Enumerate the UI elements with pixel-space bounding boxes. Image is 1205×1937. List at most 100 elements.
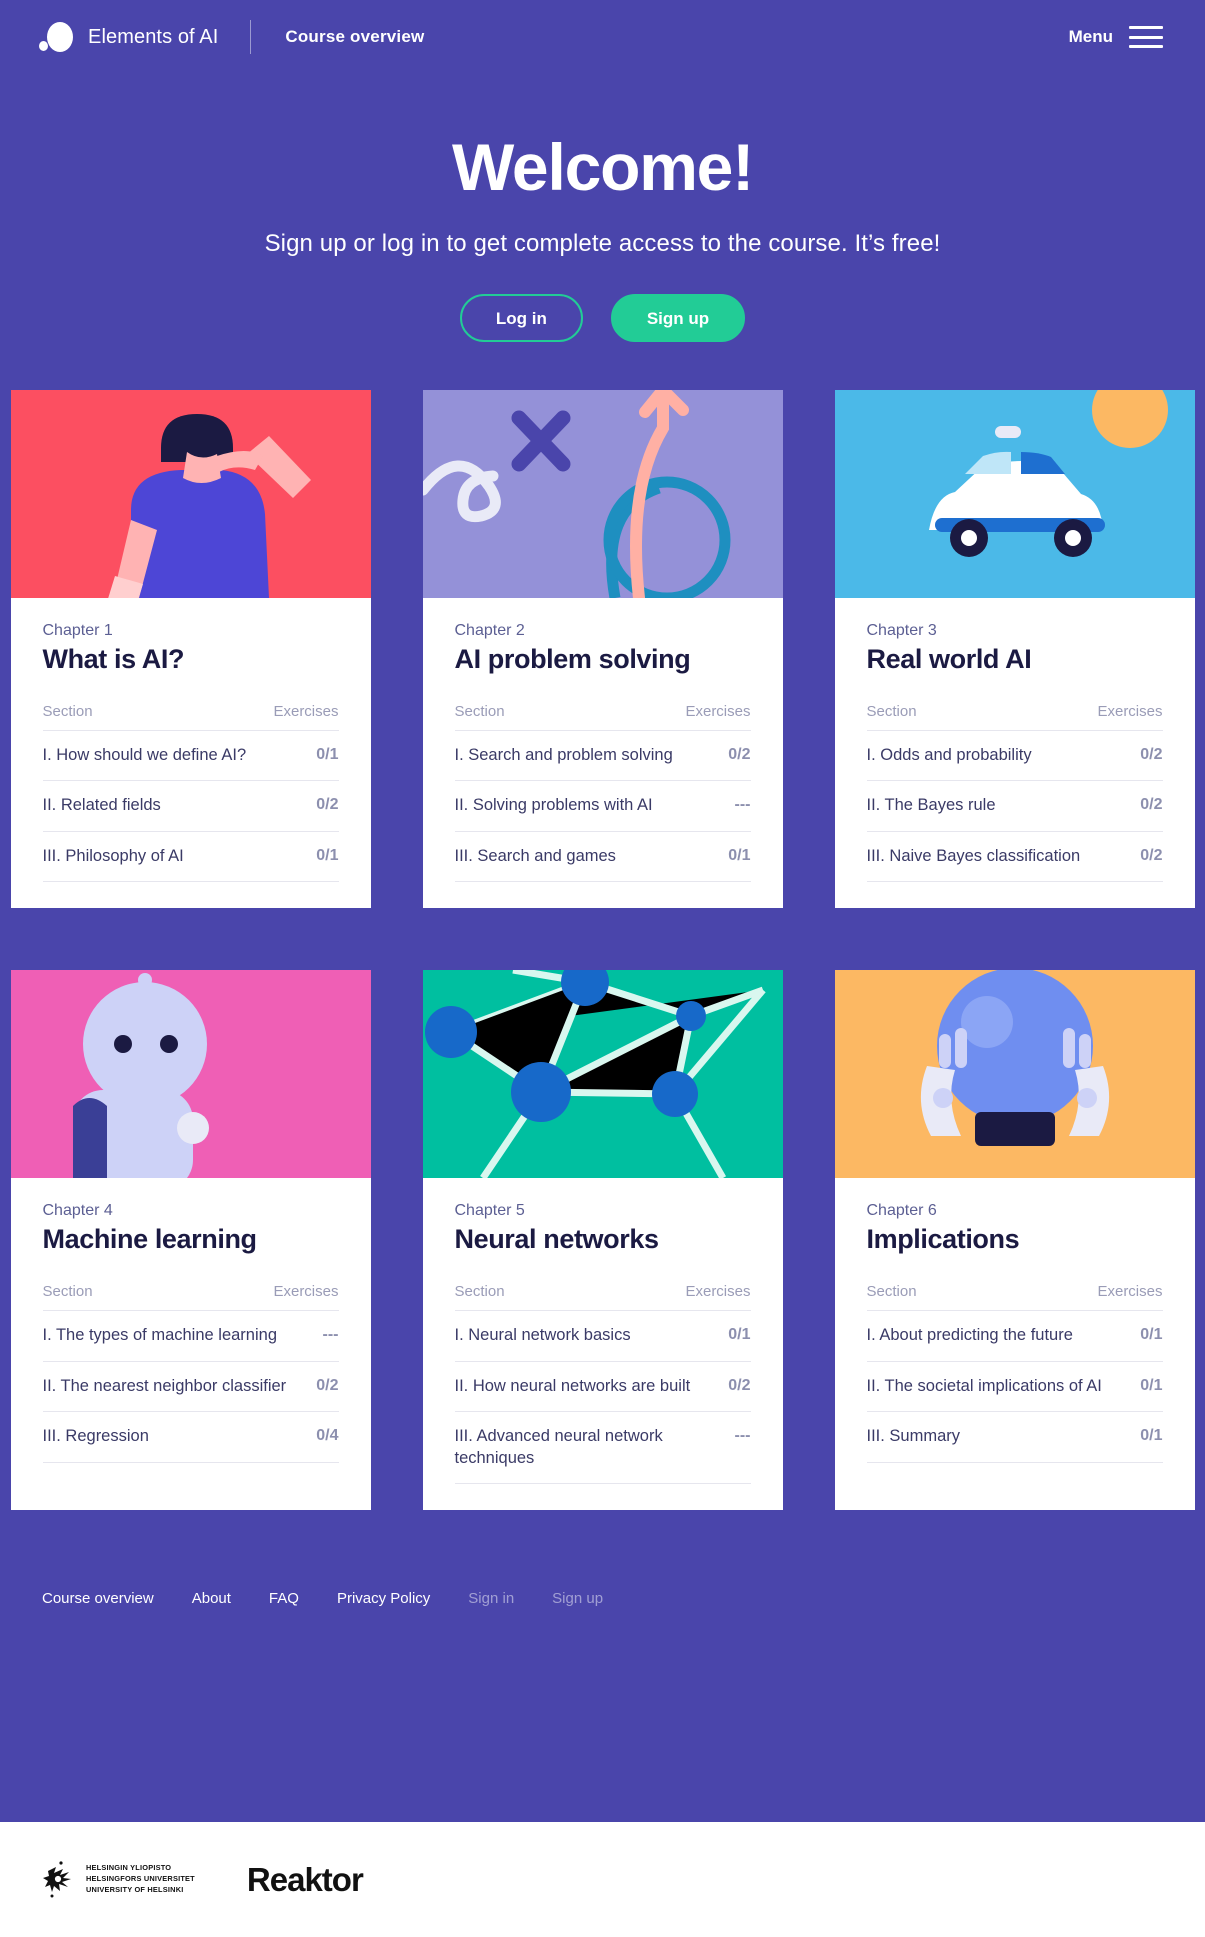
signup-button[interactable]: Sign up [610,294,746,342]
column-header-section: Section [866,703,917,720]
section-row[interactable]: III. Naive Bayes classification 0/2 [866,830,1163,883]
university-line-en: UNIVERSITY OF HELSINKI [86,1884,184,1894]
section-row[interactable]: II. The nearest neighbor classifier 0/2 [42,1360,339,1411]
section-row[interactable]: II. Related fields 0/2 [42,780,339,830]
section-exercise-count: 0/1 [728,1326,751,1344]
hero-buttons: Log in Sign up [0,294,1205,342]
chapter-label: Chapter 2 [454,622,525,639]
section-name: I. About predicting the future [866,1326,1073,1345]
chapter-card-illustration [10,390,371,598]
section-name: I. Odds and probability [866,746,1032,764]
chapter-card-illustration [10,970,371,1179]
section-exercise-count: 0/4 [316,1427,339,1445]
chapter-card[interactable]: Chapter 1 What is AI? Section Exercises I. H… [10,390,371,909]
section-row[interactable]: I. The types of machine learning --- [42,1310,339,1360]
chapter-card[interactable]: Chapter 6 Implications Section Exercises I. … [834,970,1195,1511]
section-exercise-count: --- [322,1326,339,1344]
hamburger-icon[interactable] [1129,26,1163,48]
section-exercise-count: 0/1 [316,846,339,864]
sections-table-header: Section Exercises [867,1283,1163,1310]
footer-link-sign-up[interactable]: Sign up [552,1590,603,1607]
chapter-card[interactable]: Chapter 5 Neural networks Section Exercises… [422,970,783,1511]
university-of-helsinki-logo: HELSINGIN YLIOPISTO HELSINGFORS UNIVERSI… [42,1860,195,1900]
section-exercise-count: 0/2 [1140,846,1163,864]
section-row[interactable]: I. Neural network basics 0/1 [454,1310,751,1360]
sections-table-header: Section Exercises [455,703,751,730]
hero-section: Welcome! Sign up or log in to get comple… [0,74,1205,342]
chapter-label: Chapter 6 [866,1202,937,1220]
section-row[interactable]: III. Philosophy of AI 0/1 [42,830,339,883]
section-row[interactable]: I. About predicting the future 0/1 [866,1310,1163,1360]
section-row[interactable]: III. Regression 0/4 [42,1411,339,1463]
section-exercise-count: 0/2 [316,1376,339,1394]
helsinki-crest-icon [43,1860,71,1897]
column-header-section: Section [454,703,505,720]
header-link-course-overview[interactable]: Course overview [285,27,424,47]
footer-links: Course overview About FAQ Privacy Policy Sig… [0,1552,1205,1644]
chapter-title: What is AI? [42,644,185,674]
section-exercise-count: 0/1 [728,846,751,864]
section-row[interactable]: II. The Bayes rule 0/2 [866,780,1163,830]
footer-link-privacy-policy[interactable]: Privacy Policy [337,1590,430,1607]
footer-link-course-overview[interactable]: Course overview [42,1590,154,1607]
column-header-section: Section [42,703,93,720]
hero-subtitle: Sign up or log in to get complete access… [264,230,941,257]
chapter-label: Chapter 1 [42,622,113,639]
section-exercise-count: 0/2 [316,796,339,814]
partner-bar: HELSINGIN YLIOPISTO HELSINGFORS UNIVERSI… [0,1822,1205,1937]
chapter-title: Real world AI [866,644,1032,674]
sections-table-header: Section Exercises [455,1283,751,1310]
elements-of-ai-logo-icon [38,20,74,54]
chapter-card-body: Chapter 6 Implications Section Exercises I. … [835,1178,1195,1488]
university-name: HELSINGIN YLIOPISTO HELSINGFORS UNIVERSI… [86,1863,195,1895]
chapter-card-body: Chapter 1 What is AI? Section Exercises I. H… [11,598,371,908]
section-name: II. How neural networks are built [454,1376,691,1395]
section-row[interactable]: I. How should we define AI? 0/1 [42,730,339,780]
section-name: II. The societal implications of AI [866,1376,1102,1395]
footer-link-faq[interactable]: FAQ [269,1590,299,1607]
chapter-label: Chapter 3 [866,622,937,639]
university-line-sv: HELSINGFORS UNIVERSITET [86,1874,195,1884]
section-name: III. Advanced neural network techniques [454,1427,663,1467]
chapter-card-illustration [422,390,783,598]
section-exercise-count: 0/2 [1140,746,1163,763]
section-row[interactable]: II. How neural networks are built 0/2 [454,1360,751,1411]
sections-table: Section Exercises I. Search and problem so… [454,703,751,883]
section-exercise-count: 0/2 [728,746,751,763]
chapter-label: Chapter 4 [42,1202,113,1220]
column-header-exercises: Exercises [685,703,751,720]
section-name: I. Search and problem solving [454,746,673,764]
menu-button[interactable]: Menu [1069,26,1163,48]
chapter-label: Chapter 5 [454,1202,525,1220]
section-exercise-count: 0/1 [316,746,339,763]
chapter-card[interactable]: Chapter 2 AI problem solving Section Exerci… [422,390,783,909]
section-name: I. Neural network basics [454,1326,631,1345]
section-row[interactable]: I. Search and problem solving 0/2 [454,730,751,780]
sections-table-header: Section Exercises [43,703,339,730]
column-header-exercises: Exercises [273,703,339,720]
section-name: II. The Bayes rule [866,796,996,815]
reaktor-logo: Reaktor [246,1860,364,1898]
login-button[interactable]: Log in [459,294,583,342]
section-row[interactable]: III. Advanced neural network techniques -… [454,1411,751,1485]
section-exercise-count: 0/1 [1140,1326,1163,1344]
chapter-card[interactable]: Chapter 4 Machine learning Section Exercise… [10,970,371,1511]
chapter-card[interactable]: Chapter 3 Real world AI Section Exercises I.… [834,390,1195,909]
brand-name: Elements of AI [88,25,219,48]
section-exercise-count: 0/2 [1140,796,1163,814]
footer-link-sign-in[interactable]: Sign in [468,1590,514,1607]
menu-label: Menu [1068,27,1113,46]
section-row[interactable]: II. The societal implications of AI 0/1 [866,1360,1163,1411]
chapter-title: Implications [866,1224,1020,1255]
chapter-card-illustration [422,970,783,1179]
chapter-card-body: Chapter 5 Neural networks Section Exercises… [423,1178,783,1510]
brand[interactable]: Elements of AI [38,20,218,54]
footer-link-about[interactable]: About [192,1590,231,1607]
section-row[interactable]: II. Solving problems with AI --- [454,780,751,830]
section-exercise-count: 0/2 [728,1376,751,1394]
section-exercise-count: 0/1 [1140,1427,1163,1445]
section-row[interactable]: III. Search and games 0/1 [454,830,751,883]
section-row[interactable]: III. Summary 0/1 [866,1411,1163,1463]
section-name: III. Philosophy of AI [42,846,184,865]
section-row[interactable]: I. Odds and probability 0/2 [866,730,1163,780]
